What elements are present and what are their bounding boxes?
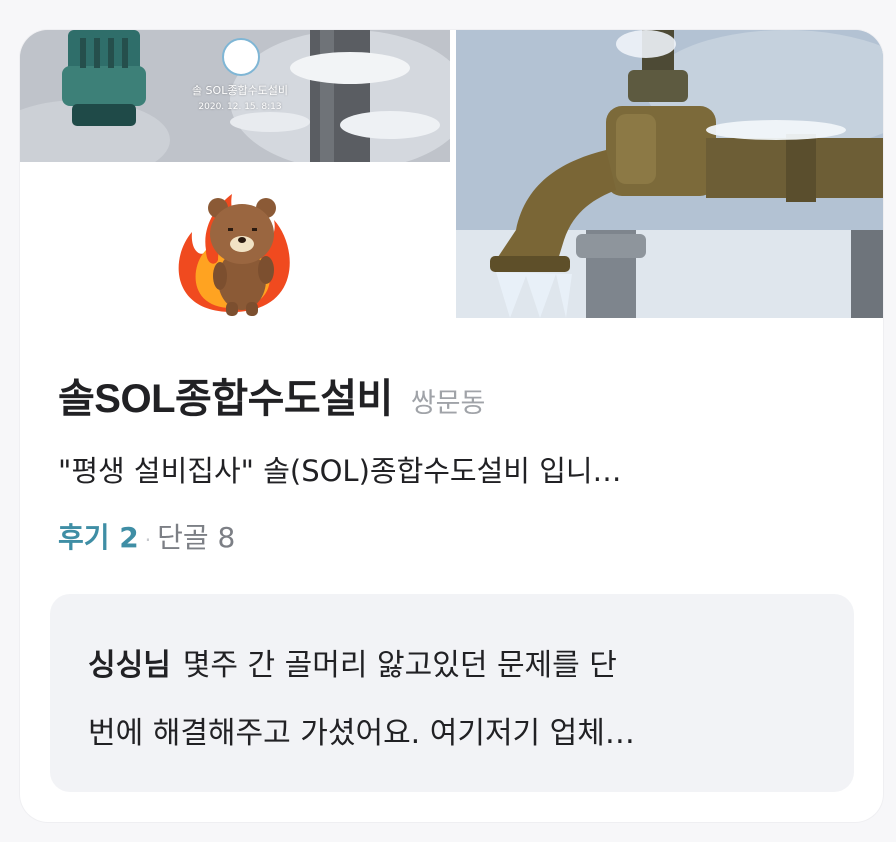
reviewer-name: 싱싱님 [88,648,171,683]
regulars-count: 단골 8 [157,521,236,554]
business-title-row: 솔SOL종합수도설비 쌍문동 [58,366,485,424]
business-card[interactable]: 솔 SOL종합수도설비 2020. 12. 15. 8:13 솔SOL종합수도설… [20,30,883,822]
review-line-1: 싱싱님 몇주 간 골머리 앓고있던 문제를 단 [88,640,808,684]
business-stats: 후기 2 · 단골 8 [58,516,235,556]
thumbnail-caption-date: 2020. 12. 15. 8:13 [198,102,282,112]
business-name[interactable]: 솔SOL종합수도설비 [58,366,393,424]
review-text-part-2: 번에 해결해주고 가셨어요. 여기저기 업체… [88,716,635,751]
brass-faucet-illustration [456,30,883,318]
stats-separator: · [144,528,152,552]
thumbnail-frozen-tap-image[interactable]: 솔 SOL종합수도설비 2020. 12. 15. 8:13 [20,30,450,162]
review-count-link[interactable]: 후기 2 [58,516,139,556]
thumbnail-caption: 솔 SOL종합수도설비 2020. 12. 15. 8:13 [170,82,310,112]
business-location: 쌍문동 [410,388,486,419]
review-text-part-1: 몇주 간 골머리 앓고있던 문제를 단 [182,648,617,683]
thumbnail-caption-title: 솔 SOL종합수도설비 [191,84,289,97]
thumbnail-brass-faucet-image[interactable] [456,30,883,318]
thumbnail-bear-sticker-image[interactable] [20,162,450,318]
company-logo-badge [222,38,260,76]
review-preview[interactable]: 싱싱님 몇주 간 골머리 앓고있던 문제를 단 번에 해결해주고 가셨어요. 여기… [50,594,854,792]
business-description: "평생 설비집사" 솔(SOL)종합수도설비 입니… [58,454,622,488]
bear-fire-sticker-illustration [178,194,290,316]
